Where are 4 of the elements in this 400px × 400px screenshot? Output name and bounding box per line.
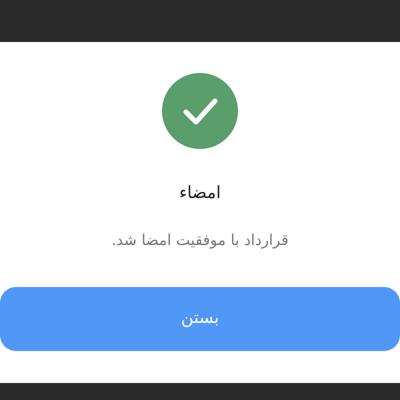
dialog-message: قرارداد با موفقیت امضا شد. xyxy=(112,230,288,251)
check-circle-icon xyxy=(162,73,238,149)
dialog-title: امضاء xyxy=(179,182,221,205)
close-button[interactable]: بستن xyxy=(0,287,400,351)
